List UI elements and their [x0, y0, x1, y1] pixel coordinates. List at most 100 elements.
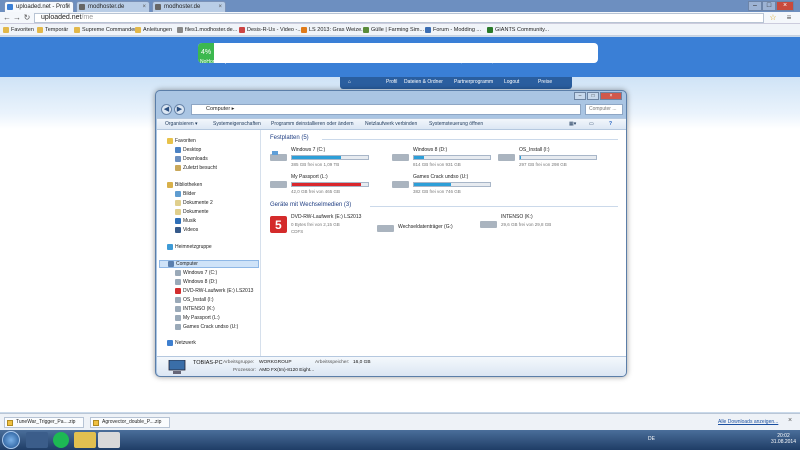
close-tab-icon[interactable]: ×	[142, 2, 146, 12]
drive-u-tile[interactable]: Games Crack undso (U:) 382 GB frei von 7…	[392, 174, 497, 202]
organize-button[interactable]: Organisieren ▾	[165, 121, 198, 127]
back-icon[interactable]: ←	[2, 13, 12, 23]
nav-drive-l[interactable]: My Passport (L:)	[175, 315, 220, 321]
nav-drive-u[interactable]: Games Crack undso (U:)	[175, 324, 238, 330]
view-options-icon[interactable]: ▦▾	[569, 121, 576, 127]
menu-logout[interactable]: Logout	[504, 79, 519, 85]
usage-bar	[413, 155, 491, 160]
nav-homegroup[interactable]: Heimnetzgruppe	[167, 244, 212, 250]
forward-icon[interactable]: →	[12, 13, 22, 23]
drive-e-tile[interactable]: 5 DVD-RW-Laufwerk (E:) LS2013 0 Bytes fr…	[270, 214, 375, 242]
nav-drive-e[interactable]: DVD-RW-Laufwerk (E:) LS2013	[175, 288, 253, 294]
nav-desktop[interactable]: Desktop	[175, 147, 201, 153]
tab-modhoster-1[interactable]: modhoster.de ×	[76, 1, 150, 12]
nav-drive-k[interactable]: INTENSO (K:)	[175, 306, 215, 312]
nav-drive-d[interactable]: Windows 8 (D:)	[175, 279, 217, 285]
spotify-taskbar-icon[interactable]	[53, 432, 69, 448]
start-button[interactable]	[2, 431, 20, 449]
bookmark-item[interactable]: Supreme Commander	[73, 25, 136, 35]
bookmark-star-icon[interactable]: ☆	[768, 13, 778, 23]
drive-d-tile[interactable]: Windows 8 (D:) 814 GB frei von 931 GB	[392, 147, 497, 175]
bookmark-item[interactable]: Forum - Modding ...	[424, 25, 481, 35]
show-all-downloads-link[interactable]: Alle Downloads anzeigen...	[718, 419, 778, 425]
address-bar[interactable]: uploaded.net/me	[34, 13, 764, 23]
explorer-back-icon[interactable]: ◀	[161, 104, 172, 115]
explorer-taskbar-icon[interactable]	[26, 432, 48, 448]
bookmark-item[interactable]: Gülle | Farming Sim...	[362, 25, 424, 35]
menu-partner[interactable]: Partnerprogramm	[454, 79, 493, 85]
explorer-close-button[interactable]: ×	[600, 92, 622, 100]
minimize-button[interactable]: –	[748, 1, 762, 11]
page-icon	[487, 27, 493, 33]
computer-name: TOBIAS-PC	[193, 360, 223, 366]
home-icon[interactable]: ⌂	[348, 79, 351, 85]
nav-network[interactable]: Netzwerk	[167, 340, 196, 346]
download-item[interactable]: TuneWar_Trigger_Pa....zip	[4, 417, 84, 428]
nav-libraries[interactable]: Bibliotheken	[167, 182, 202, 188]
nav-computer[interactable]: Computer	[159, 260, 259, 268]
nav-videos[interactable]: Videos	[175, 227, 198, 233]
menu-profil[interactable]: Profil	[386, 79, 397, 85]
bookmark-item[interactable]: Favoriten	[2, 25, 34, 35]
maximize-button[interactable]: □	[762, 1, 776, 11]
drive-i-tile[interactable]: OS_Install (I:) 297 GB frei von 298 GB	[498, 147, 603, 175]
drive-g-tile[interactable]: Wechseldatenträger (G:)	[377, 218, 482, 246]
close-window-button[interactable]: ×	[776, 1, 794, 11]
folder-taskbar-icon[interactable]	[74, 432, 96, 448]
explorer-search-input[interactable]: Computer ...	[585, 104, 623, 115]
nav-recent[interactable]: Zuletzt besucht	[175, 165, 217, 171]
map-network-drive-button[interactable]: Netzlaufwerk verbinden	[365, 121, 417, 127]
nav-pictures[interactable]: Bilder	[175, 191, 196, 197]
windows-drive-icon	[270, 151, 287, 161]
preview-pane-icon[interactable]: ▭	[589, 121, 594, 127]
menu-preise[interactable]: Preise	[538, 79, 552, 85]
nav-drive-c[interactable]: Windows 7 (C:)	[175, 270, 217, 276]
close-tab-icon[interactable]: ×	[66, 2, 70, 12]
tab-modhoster-2[interactable]: modhoster.de ×	[152, 1, 226, 12]
app-taskbar-icon[interactable]	[98, 432, 120, 448]
drive-icon	[175, 279, 181, 285]
computer-icon	[168, 360, 186, 374]
page-icon	[425, 27, 431, 33]
nav-drive-i[interactable]: OS_Install (I:)	[175, 297, 214, 303]
uninstall-program-button[interactable]: Programm deinstallieren oder ändern	[271, 121, 354, 127]
open-control-panel-button[interactable]: Systemsteuerung öffnen	[429, 121, 483, 127]
network-icon	[167, 340, 173, 346]
bookmark-item[interactable]: Anleitungen	[134, 25, 172, 35]
cancel-upload-link[interactable]: Abbrechen	[430, 59, 452, 64]
explorer-minimize-button[interactable]: –	[574, 92, 586, 100]
close-downloads-icon[interactable]: ×	[788, 417, 792, 424]
tab-uploaded[interactable]: uploaded.net - Profil ×	[4, 1, 74, 12]
nav-documents[interactable]: Dokumente	[175, 209, 209, 215]
explorer-body: Favoriten Desktop Downloads Zuletzt besu…	[157, 130, 626, 356]
upload-stats: Abbrechen 21,54 mb von 576,3 MB 476 kb/s…	[430, 59, 560, 64]
nav-downloads[interactable]: Downloads	[175, 156, 208, 162]
system-properties-button[interactable]: Systemeigenschaften	[213, 121, 261, 127]
explorer-maximize-button[interactable]: □	[587, 92, 599, 100]
clock[interactable]: 20:02 31.08.2014	[771, 433, 796, 445]
drive-c-tile[interactable]: Windows 7 (C:) 385 GB frei von 1,09 TB	[270, 147, 375, 175]
usage-bar	[413, 182, 491, 187]
menu-dateien[interactable]: Dateien & Ordner	[404, 79, 443, 85]
menu-icon[interactable]: ≡	[784, 13, 794, 23]
nav-music[interactable]: Musik	[175, 218, 196, 224]
bookmark-item[interactable]: Desis-R-Us - Video -...	[238, 25, 302, 35]
bookmark-item[interactable]: files1.modhoster.de...	[176, 25, 237, 35]
bookmark-item[interactable]: GIANTS Community...	[486, 25, 549, 35]
usage-fill	[414, 156, 424, 159]
help-icon[interactable]: ?	[609, 121, 612, 127]
drive-k-tile[interactable]: INTENSO (K:) 29,6 GB frei von 29,8 GB	[480, 214, 585, 242]
download-item[interactable]: Agrovector_double_P....zip	[90, 417, 170, 428]
explorer-forward-icon[interactable]: ▶	[174, 104, 185, 115]
bookmark-item[interactable]: Temporär	[36, 25, 68, 35]
drive-l-tile[interactable]: My Passport (L:) 42,0 GB frei von 465 GB	[270, 174, 375, 202]
explorer-titlebar: – □ ×	[156, 91, 626, 103]
nav-documents-2[interactable]: Dokumente 2	[175, 200, 213, 206]
video-icon	[175, 227, 181, 233]
bookmark-item[interactable]: LS 2013: Gras Weize...	[300, 25, 366, 35]
reload-icon[interactable]: ↻	[22, 13, 32, 23]
language-indicator[interactable]: DE	[648, 436, 655, 442]
nav-favorites[interactable]: Favoriten	[167, 138, 196, 144]
close-tab-icon[interactable]: ×	[218, 2, 222, 12]
explorer-path[interactable]: Computer ▸	[191, 104, 581, 115]
